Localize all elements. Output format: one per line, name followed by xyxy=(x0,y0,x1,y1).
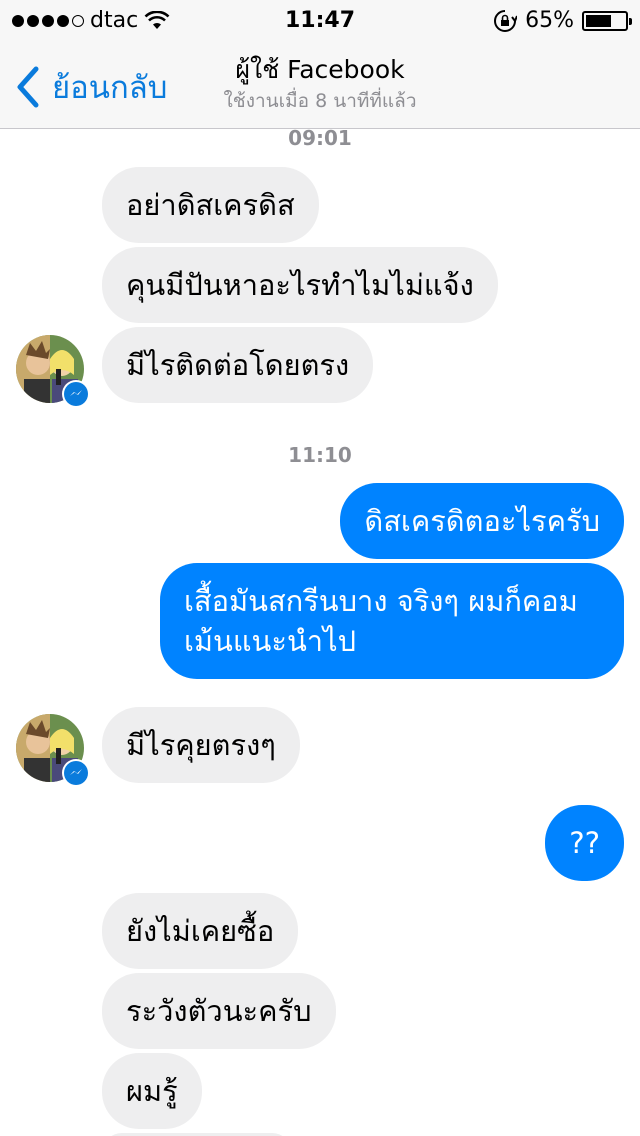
battery-icon xyxy=(582,10,632,31)
back-chevron-icon xyxy=(17,66,39,108)
status-bar: dtac 11:47 65% xyxy=(0,0,640,40)
outgoing-message[interactable]: เสื้อมันสกรีนบาง จริงๆ ผมก็คอมเม้นแนะนำไ… xyxy=(160,563,624,679)
status-right: 65% xyxy=(493,8,632,33)
incoming-message[interactable]: มีไรติดต่อโดยตรง xyxy=(102,327,374,403)
outgoing-message[interactable]: ?? xyxy=(545,805,624,881)
battery-fill xyxy=(586,14,611,27)
messenger-badge xyxy=(62,380,90,408)
incoming-message[interactable]: คุนมีปันหาอะไรทำไมไม่แจ้ง xyxy=(102,247,498,323)
active-status: ใช้งานเมื่อ 8 นาทีที่แล้ว xyxy=(223,90,417,112)
messenger-icon xyxy=(70,769,82,775)
nav-bar: ย้อนกลับ ผู้ใช้ Facebook ใช้งานเมื่อ 8 น… xyxy=(0,40,640,129)
back-button[interactable]: ย้อนกลับ xyxy=(14,62,167,112)
incoming-message[interactable]: ระวังตัวนะครับ xyxy=(102,973,336,1049)
messenger-badge xyxy=(62,759,90,787)
incoming-message[interactable]: ยังไม่เคยซื้อ xyxy=(102,893,299,969)
battery-percent: 65% xyxy=(525,8,574,33)
incoming-message[interactable]: มีไรคุยตรงๆ xyxy=(102,707,300,783)
timestamp: 11:10 xyxy=(288,443,352,467)
incoming-message[interactable]: อย่าดิสเครดิส xyxy=(102,167,319,243)
timestamp: 09:01 xyxy=(288,126,352,150)
rotation-lock-icon xyxy=(494,9,518,32)
messenger-icon xyxy=(70,390,82,396)
incoming-message[interactable]: ผมรู้ xyxy=(102,1053,202,1129)
conversation-title: ผู้ใช้ Facebook xyxy=(235,55,405,84)
back-label: ย้อนกลับ xyxy=(52,70,168,106)
outgoing-message[interactable]: ดิสเครดิตอะไรครับ xyxy=(340,483,624,559)
